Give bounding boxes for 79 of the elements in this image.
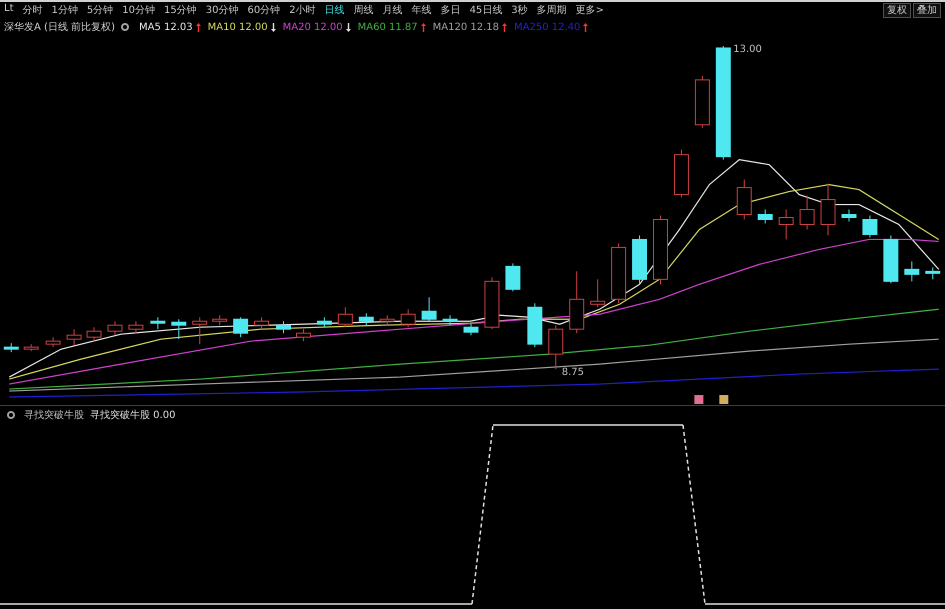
toolbar-button[interactable]: 叠加	[913, 2, 941, 18]
period-tab[interactable]: 60分钟	[247, 3, 280, 17]
candlestick	[862, 215, 878, 238]
candlestick	[296, 328, 311, 342]
candlestick	[442, 314, 458, 326]
period-tab[interactable]: 45日线	[470, 3, 502, 17]
candlestick	[150, 316, 166, 330]
period-tab[interactable]: 年线	[412, 3, 432, 17]
indicator-name: 寻找突破牛股	[24, 408, 84, 422]
period-tab[interactable]: 多周期	[536, 3, 567, 17]
period-tab[interactable]: 2小时	[289, 3, 316, 17]
candlestick	[422, 296, 437, 322]
period-tab[interactable]: 更多>	[576, 3, 604, 17]
period-tab[interactable]: 日线	[324, 3, 345, 17]
moving-average-label: MA10 12.00	[208, 22, 268, 32]
period-tab[interactable]: 3秒	[511, 3, 528, 17]
moving-average-label: MA120 12.18	[432, 22, 500, 32]
candlestick	[904, 260, 920, 282]
candlestick	[527, 302, 542, 348]
candlestick	[400, 308, 416, 328]
candlestick	[611, 242, 626, 304]
period-tab[interactable]: 15分钟	[164, 3, 197, 17]
period-tab[interactable]: 多日	[440, 3, 461, 17]
candlestick	[46, 336, 61, 348]
moving-average-label: MA20 12.00	[282, 22, 343, 32]
candlestick	[778, 209, 794, 240]
moving-average-label: MA60 11.87	[358, 22, 418, 32]
candlestick	[128, 320, 144, 334]
marker-icon	[719, 395, 728, 404]
indicator-value-label: 寻找突破牛股 0.00	[90, 408, 176, 422]
candlestick	[569, 270, 584, 334]
candlestick	[736, 179, 752, 220]
settings-icon[interactable]	[121, 23, 130, 31]
candlestick	[883, 234, 898, 284]
candlestick	[464, 322, 478, 336]
candlestick	[380, 314, 395, 326]
candlestick	[24, 344, 39, 352]
candlestick	[800, 195, 815, 230]
stock-title: 深华发A (日线 前比复权)	[4, 20, 116, 34]
candlestick	[632, 234, 648, 284]
moving-average-label: MA250 12.40	[514, 22, 580, 32]
period-tab[interactable]: 分时	[22, 3, 42, 17]
period-tab[interactable]: 月线	[382, 3, 403, 17]
candlestick	[674, 149, 689, 198]
toolbar-button[interactable]: 复权	[883, 2, 911, 18]
candlestick	[842, 209, 856, 222]
settings-icon[interactable]	[7, 410, 15, 418]
period-tab[interactable]: 10分钟	[122, 3, 155, 17]
period-tab[interactable]: 周线	[354, 3, 374, 17]
period-tab[interactable]: Lt	[4, 3, 14, 17]
candlestick	[758, 209, 773, 224]
candlestick	[192, 316, 208, 345]
candlestick	[590, 278, 606, 308]
candlestick	[484, 276, 500, 330]
candlestick	[358, 312, 374, 326]
candlestick	[233, 316, 248, 338]
candlestick	[171, 318, 186, 340]
candlestick	[276, 320, 291, 334]
candlestick	[4, 342, 19, 353]
period-tab[interactable]: 1分钟	[52, 3, 78, 17]
candlestick	[925, 266, 940, 280]
candlestick	[694, 75, 710, 128]
low-price-label: 8.75	[562, 367, 584, 378]
candlestick	[548, 324, 564, 370]
marker-icon	[694, 395, 704, 404]
period-tab[interactable]: 30分钟	[206, 3, 238, 17]
high-price-label: 13.00	[733, 44, 762, 55]
period-tab[interactable]: 5分钟	[86, 3, 114, 17]
candlestick	[86, 326, 102, 342]
candlestick	[254, 316, 270, 330]
candlestick	[66, 328, 82, 346]
candlestick	[338, 306, 353, 328]
candlestick	[108, 320, 122, 336]
moving-average-label: MA5 12.03	[139, 22, 193, 32]
candlestick	[212, 314, 228, 326]
candlestick	[316, 316, 332, 328]
candlestick	[820, 183, 836, 236]
candlestick	[505, 262, 520, 292]
candlestick	[653, 215, 668, 285]
